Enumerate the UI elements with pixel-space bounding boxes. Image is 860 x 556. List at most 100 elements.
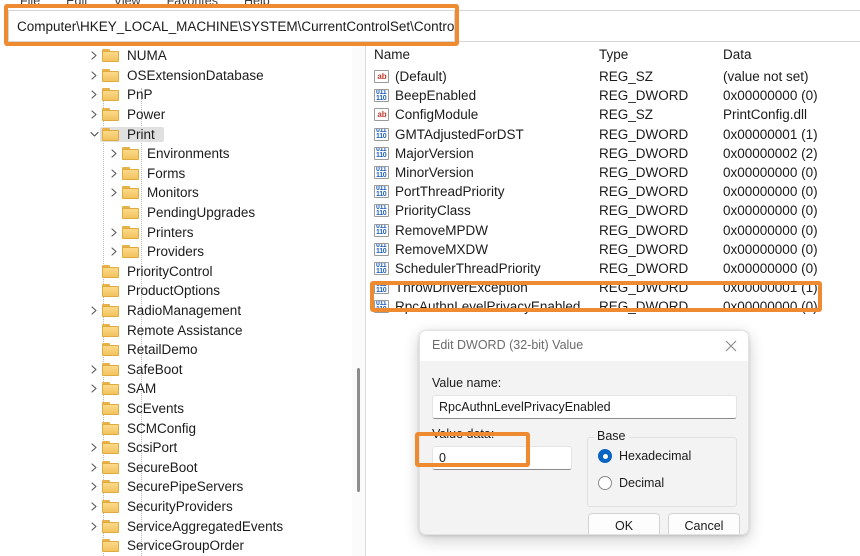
tree-item-content[interactable]: SCMConfig [102,421,200,436]
value-data-input[interactable]: 0 [432,446,572,470]
tree-item-productoptions[interactable]: ProductOptions [86,281,224,301]
chevron-right-icon[interactable] [106,242,122,262]
tree-item-pnp[interactable]: PnP [86,85,157,105]
tree-item-content[interactable]: PendingUpgrades [122,205,259,220]
values-list-row[interactable]: 011 110 MajorVersion REG_DWORD 0x00000002 (2… [367,144,860,163]
tree-item-content[interactable]: Print [100,126,164,142]
values-list-row[interactable]: 011 110 GMTAdjustedForDST REG_DWORD 0x000000… [367,125,860,144]
values-list-row[interactable]: ab (Default) REG_SZ (value not set) [367,67,860,86]
tree-item-content[interactable]: SecurityProviders [102,499,237,514]
registry-path-input[interactable]: Computer\HKEY_LOCAL_MACHINE\SYSTEM\Curre… [8,10,455,42]
values-list-row[interactable]: 011 110 PortThreadPriority REG_DWORD 0x00000… [367,182,860,201]
chevron-right-icon[interactable] [86,458,102,478]
radio-decimal[interactable]: Decimal [598,476,664,490]
chevron-right-icon[interactable] [86,516,102,536]
chevron-right-icon[interactable] [86,438,102,458]
tree-item-content[interactable]: RadioManagement [102,303,245,318]
tree-item-content[interactable]: Remote Assistance [102,323,247,338]
tree-item-content[interactable]: ServiceGroupOrder [102,538,248,553]
column-header-type[interactable]: Type [599,47,628,62]
menu-item-view[interactable]: View [114,0,141,8]
tree-item-monitors[interactable]: Monitors [106,183,203,203]
value-name-input[interactable]: RpcAuthnLevelPrivacyEnabled [432,395,737,419]
tree-item-scmconfig[interactable]: SCMConfig [86,418,200,438]
chevron-right-icon[interactable] [86,497,102,517]
tree-item-content[interactable]: ProductOptions [102,283,224,298]
tree-item-content[interactable]: Environments [122,146,234,161]
tree-item-content[interactable]: ScEvents [102,401,188,416]
close-icon[interactable] [714,331,748,361]
tree-item-content[interactable]: Monitors [122,185,203,200]
values-list-row[interactable]: ab ConfigModule REG_SZ PrintConfig.dll [367,105,860,124]
chevron-right-icon[interactable] [86,46,102,66]
values-list-row[interactable]: 011 110 MinorVersion REG_DWORD 0x00000000 (0… [367,163,860,182]
tree-item-servicegrouporder[interactable]: ServiceGroupOrder [86,536,248,556]
menu-item-help[interactable]: Help [244,0,270,8]
tree-item-secureboot[interactable]: SecureBoot [86,458,202,478]
tree-item-content[interactable]: SafeBoot [102,362,187,377]
tree-item-pendingupgrades[interactable]: PendingUpgrades [106,203,259,223]
tree-item-content[interactable]: ServiceAggregatedEvents [102,519,287,534]
ok-button[interactable]: OK [588,513,660,534]
column-header-name[interactable]: Name [374,47,410,62]
chevron-right-icon[interactable] [86,360,102,380]
registry-tree[interactable]: NUMA OSExtensionDatabase PnP Power Print Envi… [0,44,365,556]
values-list-row[interactable]: 011 110 PriorityClass REG_DWORD 0x00000000 (… [367,201,860,220]
tree-item-scevents[interactable]: ScEvents [86,399,188,419]
tree-item-serviceaggregatedevents[interactable]: ServiceAggregatedEvents [86,516,287,536]
tree-item-content[interactable]: RetailDemo [102,342,202,357]
chevron-right-icon[interactable] [86,301,102,321]
values-list-row[interactable]: 011 110 RpcAuthnLevelPrivacyEnabled REG_DWO… [367,297,860,316]
tree-item-content[interactable]: Forms [122,166,189,181]
tree-scrollbar[interactable] [352,44,365,556]
values-list-row[interactable]: 011 110 RemoveMPDW REG_DWORD 0x00000000 (0) [367,221,860,240]
tree-item-numa[interactable]: NUMA [86,46,171,66]
radio-hexadecimal[interactable]: Hexadecimal [598,449,691,463]
tree-item-printers[interactable]: Printers [106,222,198,242]
menu-item-file[interactable]: File [20,0,40,8]
tree-item-retaildemo[interactable]: RetailDemo [86,340,202,360]
tree-item-safeboot[interactable]: SafeBoot [86,360,187,380]
tree-item-content[interactable]: PnP [102,87,157,102]
tree-item-content[interactable]: NUMA [102,48,171,63]
chevron-right-icon[interactable] [86,66,102,86]
values-list-row[interactable]: 011 110 ThrowDriverException REG_DWORD 0x000… [367,278,860,297]
chevron-right-icon[interactable] [106,222,122,242]
tree-item-print[interactable]: Print [86,124,164,144]
tree-item-content[interactable]: SecurePipeServers [102,479,247,494]
registry-tree-pane[interactable]: NUMA OSExtensionDatabase PnP Power Print Envi… [0,44,366,556]
menu-item-favorites[interactable]: Favorites [167,0,218,8]
tree-item-radiomanagement[interactable]: RadioManagement [86,301,245,321]
tree-item-providers[interactable]: Providers [106,242,208,262]
chevron-right-icon[interactable] [106,164,122,184]
chevron-right-icon[interactable] [106,183,122,203]
tree-item-securepipeservers[interactable]: SecurePipeServers [86,477,247,497]
tree-scrollbar-thumb[interactable] [357,368,360,492]
column-header-data[interactable]: Data [723,47,752,62]
tree-item-osextensiondatabase[interactable]: OSExtensionDatabase [86,66,268,86]
cancel-button[interactable]: Cancel [668,513,740,534]
tree-item-sam[interactable]: SAM [86,379,160,399]
menu-item-edit[interactable]: Edit [66,0,88,8]
chevron-right-icon[interactable] [106,144,122,164]
values-list-row[interactable]: 011 110 SchedulerThreadPriority REG_DWORD 0x… [367,259,860,278]
tree-item-power[interactable]: Power [86,105,169,125]
chevron-right-icon[interactable] [86,105,102,125]
chevron-right-icon[interactable] [86,477,102,497]
tree-item-prioritycontrol[interactable]: PriorityControl [86,262,217,282]
tree-item-content[interactable]: PriorityControl [102,264,217,279]
tree-item-content[interactable]: SecureBoot [102,460,202,475]
tree-item-securityproviders[interactable]: SecurityProviders [86,497,237,517]
values-list-row[interactable]: 011 110 RemoveMXDW REG_DWORD 0x00000000 (0) [367,240,860,259]
tree-item-content[interactable]: Providers [122,244,208,259]
tree-item-content[interactable]: Printers [122,225,198,240]
values-list-row[interactable]: 011 110 BeepEnabled REG_DWORD 0x00000000 (0) [367,86,860,105]
tree-item-content[interactable]: Power [102,107,169,122]
tree-item-content[interactable]: OSExtensionDatabase [102,68,268,83]
tree-item-scsiport[interactable]: ScsiPort [86,438,181,458]
tree-item-content[interactable]: ScsiPort [102,440,181,455]
tree-item-content[interactable]: SAM [102,381,160,396]
tree-item-remote-assistance[interactable]: Remote Assistance [86,320,247,340]
chevron-right-icon[interactable] [86,85,102,105]
tree-item-environments[interactable]: Environments [106,144,234,164]
